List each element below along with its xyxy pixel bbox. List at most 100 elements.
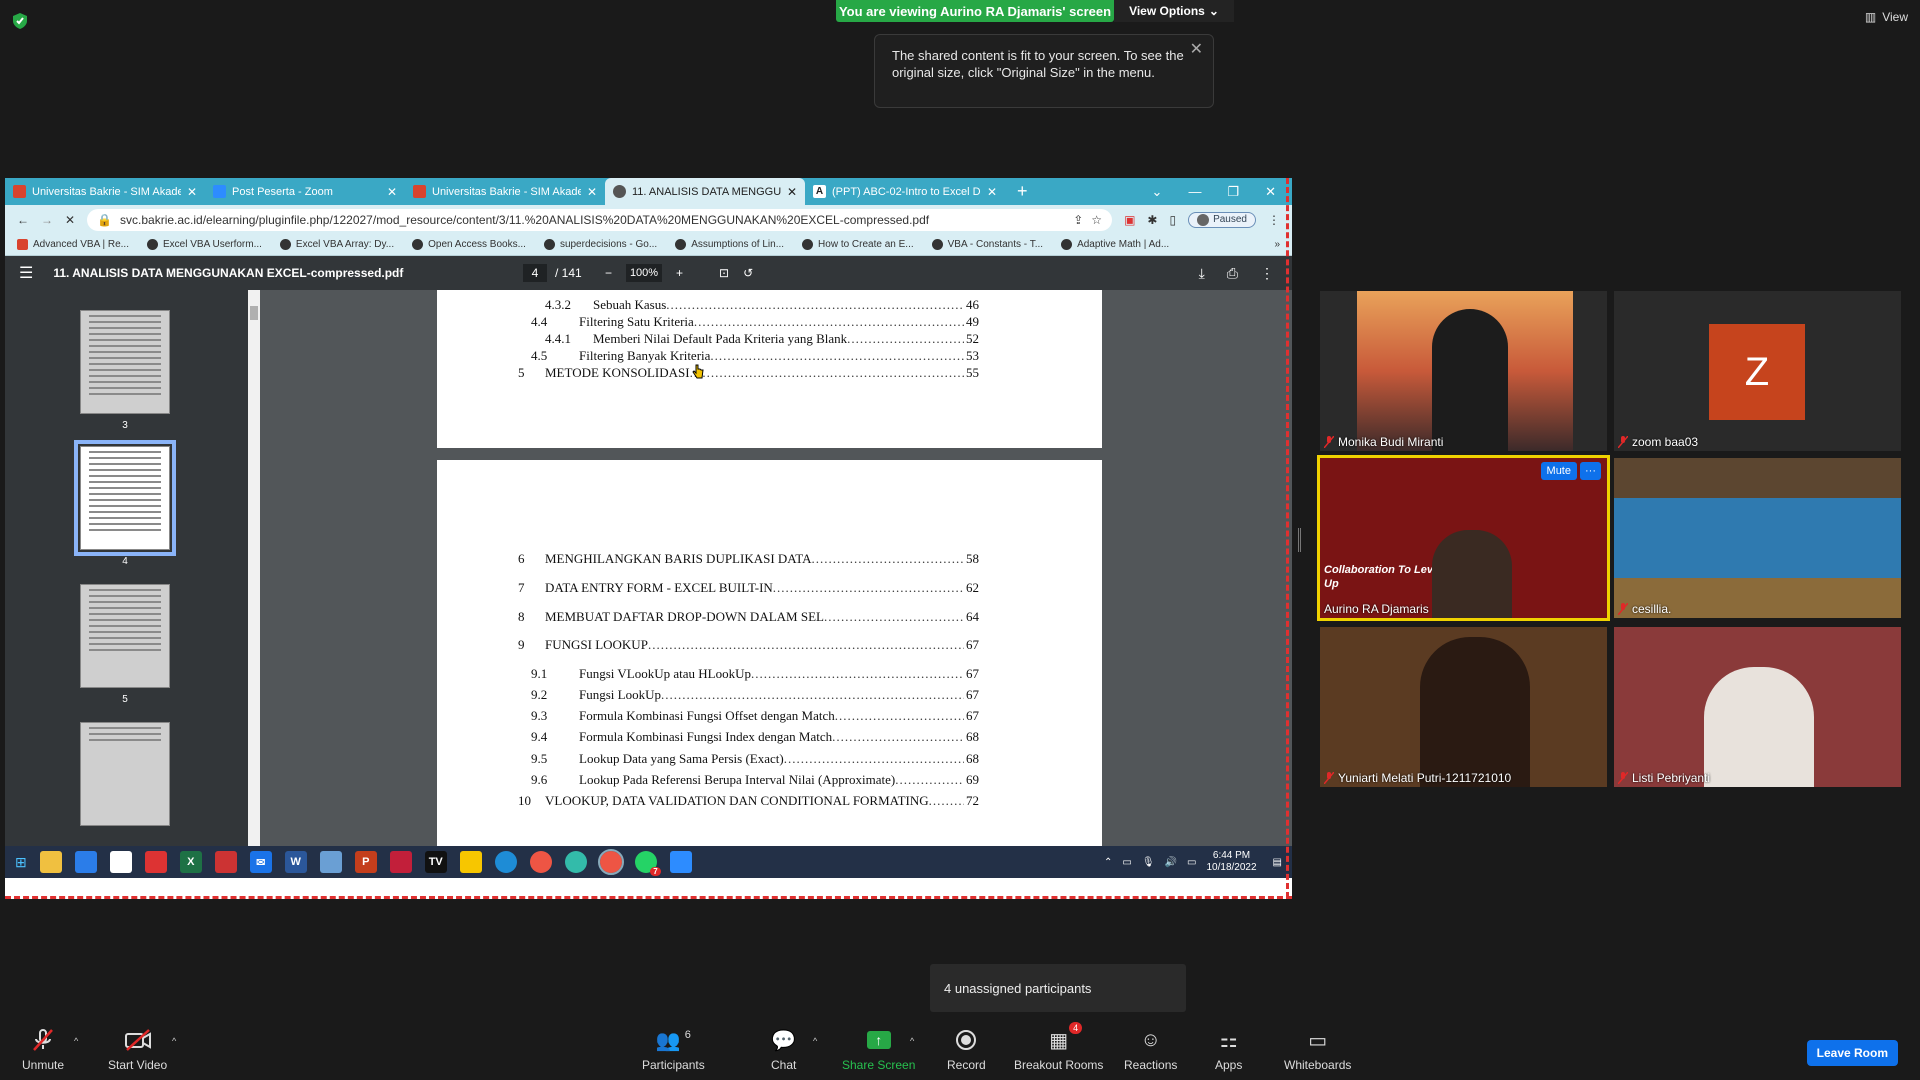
unassigned-participants-popup[interactable]: 4 unassigned participants (930, 964, 1186, 1012)
fit-page-icon[interactable]: ⊡ (719, 266, 729, 280)
breakout-rooms-button[interactable]: ▦ 4 Breakout Rooms (1014, 1022, 1103, 1072)
stop-loading-icon[interactable]: ✕ (65, 213, 75, 227)
notifications-icon[interactable]: ▤ (1273, 857, 1282, 868)
whatsapp-icon[interactable]: 7 (634, 851, 661, 876)
extension-red-icon[interactable]: ▣ (1124, 213, 1135, 227)
zoom-level-input[interactable]: 100% (626, 264, 663, 282)
apps-button[interactable]: ⚏ Apps (1215, 1028, 1242, 1073)
new-tab-button[interactable]: + (1005, 178, 1040, 205)
windows-start-icon[interactable]: ⊞ (15, 854, 27, 871)
bookmark-star-icon[interactable]: ☆ (1091, 213, 1102, 227)
scrollbar-thumb[interactable] (250, 306, 258, 320)
rotate-icon[interactable]: ↺ (743, 266, 753, 280)
audio-options-caret-icon[interactable]: ^ (74, 1036, 78, 1046)
puzzle-extensions-icon[interactable]: ✱ (1147, 213, 1157, 227)
network-icon[interactable]: ▭ (1187, 857, 1196, 868)
outlook-icon[interactable] (74, 851, 97, 873)
chat-options-caret-icon[interactable]: ^ (813, 1036, 817, 1046)
browser-tab[interactable]: Post Peserta - Zoom ✕ (205, 178, 405, 205)
zoom-app-icon[interactable] (669, 851, 692, 873)
sticky-notes-icon[interactable] (459, 851, 482, 873)
tray-mic-icon[interactable]: 🎙 (1142, 857, 1155, 868)
bookmark-item[interactable]: Open Access Books... (412, 239, 526, 250)
app-grid-icon[interactable] (389, 851, 412, 873)
chrome-icon[interactable] (529, 851, 552, 873)
more-options-icon[interactable]: ⋮ (1260, 265, 1274, 282)
record-button[interactable]: Record (947, 1028, 986, 1072)
sidepanel-icon[interactable]: ▯ (1169, 213, 1176, 227)
tradingview-icon[interactable]: TV (424, 851, 447, 873)
paint-icon[interactable] (214, 851, 237, 873)
profile-paused-button[interactable]: Paused (1188, 211, 1256, 228)
bookmark-item[interactable]: Assumptions of Lin... (675, 239, 784, 250)
menu-icon[interactable]: ☰ (19, 263, 33, 283)
unmute-button[interactable]: Unmute (22, 1028, 64, 1072)
zoom-in-icon[interactable]: + (676, 266, 683, 280)
close-tab-icon[interactable]: ✕ (587, 185, 597, 199)
video-tile[interactable]: Z zoom baa03 (1614, 291, 1901, 451)
view-options-button[interactable]: View Options ⌄ (1114, 0, 1234, 22)
close-window-icon[interactable]: ✕ (1265, 184, 1276, 200)
system-clock[interactable]: 6:44 PM 10/18/2022 (1206, 850, 1256, 874)
forward-icon[interactable]: → (41, 213, 53, 227)
tray-device-icon[interactable]: ▭ (1122, 857, 1131, 868)
app-red-icon[interactable] (144, 851, 167, 873)
bookmark-item[interactable]: How to Create an E... (802, 239, 914, 250)
active-speaker-tile[interactable]: Collaboration To Level Up Mute ··· Aurin… (1317, 455, 1610, 621)
more-options-button[interactable]: ··· (1580, 462, 1601, 480)
encryption-shield-icon[interactable] (12, 12, 28, 30)
page-thumbnail[interactable] (80, 310, 170, 414)
notepad-icon[interactable] (319, 851, 342, 873)
browser-tab[interactable]: A (PPT) ABC-02-Intro to Excel Data ✕ (805, 178, 1005, 205)
page-thumbnail[interactable] (80, 584, 170, 688)
share-icon[interactable]: ⇪ (1073, 213, 1083, 227)
reactions-button[interactable]: ☺ Reactions (1124, 1028, 1177, 1073)
bookmark-item[interactable]: superdecisions - Go... (543, 239, 657, 250)
zoom-out-icon[interactable]: − (605, 266, 612, 280)
restore-icon[interactable]: ❐ (1227, 184, 1239, 200)
video-tile[interactable]: cesillia. (1614, 458, 1901, 618)
share-screen-button[interactable]: ↑ Share Screen (842, 1028, 915, 1072)
video-tile[interactable]: Yuniarti Melati Putri-1211721010 (1320, 627, 1607, 787)
url-field[interactable]: 🔒 svc.bakrie.ac.id/elearning/pluginfile.p… (87, 208, 1113, 231)
close-tab-icon[interactable]: ✕ (187, 185, 197, 199)
bookmark-item[interactable]: Advanced VBA | Re... (17, 239, 129, 250)
browser-tab[interactable]: Universitas Bakrie - SIM Akadem ✕ (5, 178, 205, 205)
edge-icon[interactable] (494, 851, 517, 873)
browser-tab-active[interactable]: 11. ANALISIS DATA MENGGUNAK ✕ (605, 178, 805, 205)
edge-beta-icon[interactable] (564, 851, 587, 873)
more-bookmarks-icon[interactable]: » (1274, 239, 1280, 250)
video-tile[interactable]: Monika Budi Miranti (1320, 291, 1607, 451)
close-icon[interactable]: ✕ (1190, 41, 1203, 58)
start-video-button[interactable]: Start Video (108, 1028, 167, 1072)
view-button[interactable]: ▥ View (1865, 10, 1908, 24)
bookmark-item[interactable]: Excel VBA Array: Dy... (279, 239, 394, 250)
bookmark-item[interactable]: VBA - Constants - T... (931, 239, 1043, 250)
mail-icon[interactable]: ✉ (249, 851, 272, 873)
back-icon[interactable]: ← (17, 213, 29, 227)
close-tab-icon[interactable]: ✕ (787, 185, 797, 199)
browser-tab[interactable]: Universitas Bakrie - SIM Akadem ✕ (405, 178, 605, 205)
minimize-icon[interactable]: — (1188, 184, 1201, 199)
splitter-handle[interactable] (1298, 528, 1301, 552)
word-icon[interactable]: W (284, 851, 307, 873)
download-icon[interactable]: ⤓ (1199, 265, 1205, 282)
page-thumbnail-selected[interactable] (74, 440, 176, 556)
store-icon[interactable] (109, 851, 132, 873)
sidebar-scrollbar[interactable] (248, 290, 260, 846)
video-options-caret-icon[interactable]: ^ (172, 1036, 176, 1046)
speaker-icon[interactable]: 🔊 (1165, 857, 1177, 868)
share-options-caret-icon[interactable]: ^ (910, 1036, 914, 1046)
bookmark-item[interactable]: Adaptive Math | Ad... (1061, 239, 1169, 250)
chat-button[interactable]: 💬 Chat (771, 1028, 796, 1073)
tab-search-icon[interactable]: ⌄ (1152, 184, 1163, 200)
bookmark-item[interactable]: Excel VBA Userform... (147, 239, 262, 250)
chrome-active-icon[interactable] (597, 849, 624, 875)
close-tab-icon[interactable]: ✕ (987, 185, 997, 199)
whiteboards-button[interactable]: ▭ Whiteboards (1284, 1028, 1351, 1073)
close-tab-icon[interactable]: ✕ (387, 185, 397, 199)
leave-room-button[interactable]: Leave Room (1806, 1040, 1898, 1066)
excel-icon[interactable]: X (179, 851, 202, 873)
participants-button[interactable]: 👥 6 Participants (642, 1028, 705, 1072)
print-icon[interactable]: ⎙ (1227, 265, 1238, 282)
